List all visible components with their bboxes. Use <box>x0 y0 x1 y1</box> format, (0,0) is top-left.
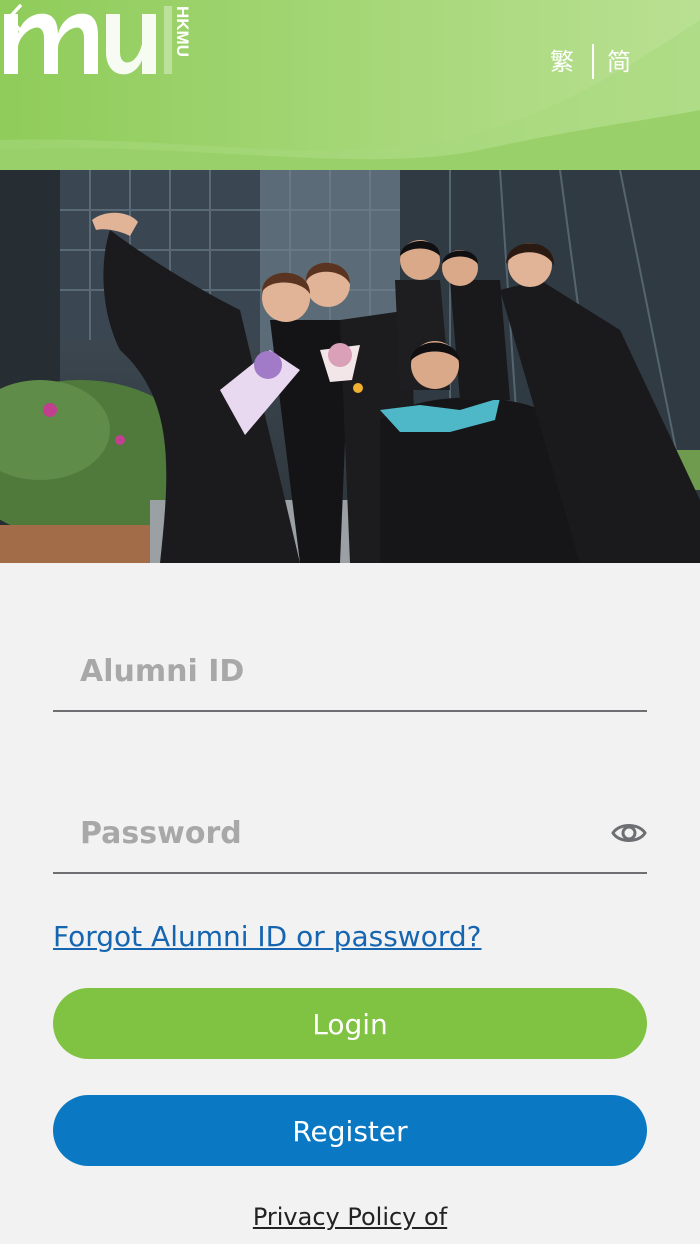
lang-traditional-button[interactable]: 繁 <box>550 42 574 80</box>
privacy-policy-link[interactable]: Privacy Policy of <box>0 1203 700 1231</box>
logo-text: HKMU <box>173 6 192 57</box>
eye-icon[interactable] <box>611 818 647 848</box>
lang-divider <box>592 44 594 79</box>
register-button[interactable]: Register <box>53 1095 647 1166</box>
graduates-photo <box>0 170 700 563</box>
password-input[interactable] <box>80 808 600 858</box>
app-header: HKMU 繁 简 <box>0 0 700 172</box>
alumni-id-input[interactable] <box>80 646 600 696</box>
chevron-left-icon[interactable] <box>0 0 32 36</box>
login-button[interactable]: Login <box>53 988 647 1059</box>
forgot-credentials-link[interactable]: Forgot Alumni ID or password? <box>53 920 481 953</box>
lang-simplified-button[interactable]: 简 <box>607 42 631 80</box>
password-field <box>53 800 647 874</box>
alumni-id-field <box>53 638 647 712</box>
